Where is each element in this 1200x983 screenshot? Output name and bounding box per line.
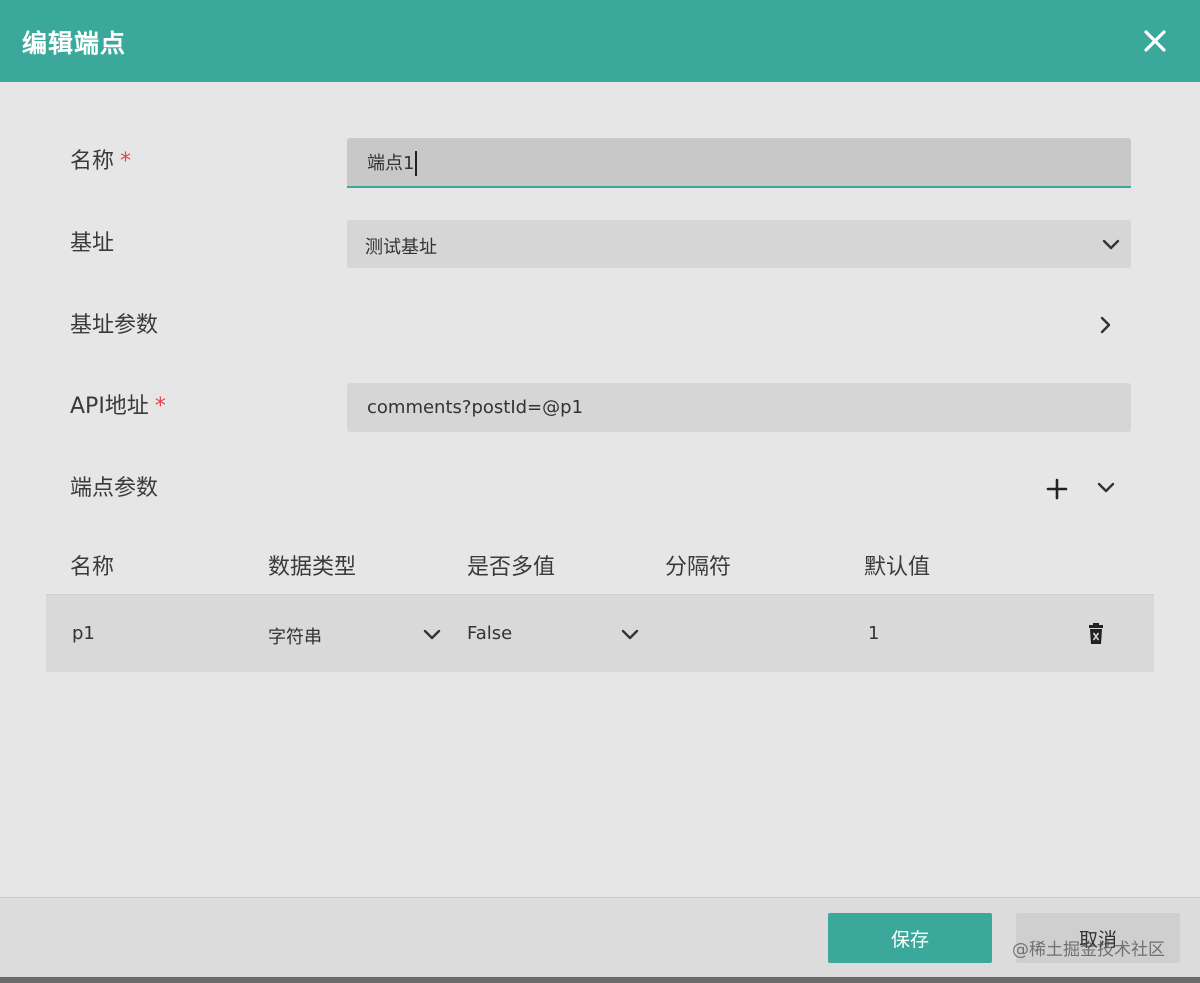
chevron-right-icon[interactable] bbox=[1097, 314, 1115, 336]
base-params-label: 基址参数 bbox=[70, 313, 159, 338]
collapse-chevron-icon[interactable] bbox=[1096, 481, 1116, 495]
name-input[interactable] bbox=[347, 138, 1131, 188]
required-mark: * bbox=[120, 149, 132, 174]
close-icon[interactable] bbox=[1136, 22, 1174, 60]
param-multi-select[interactable]: False bbox=[467, 623, 512, 644]
table-row: p1 字符串 False 1 bbox=[46, 594, 1154, 672]
column-header-name: 名称 bbox=[70, 555, 115, 580]
chevron-down-icon bbox=[1102, 239, 1120, 250]
param-name-cell[interactable]: p1 bbox=[72, 623, 95, 644]
chevron-down-icon[interactable] bbox=[422, 628, 442, 642]
param-default-cell[interactable]: 1 bbox=[868, 623, 879, 644]
base-label: 基址 bbox=[70, 231, 115, 256]
name-label: 名称 * bbox=[70, 149, 132, 174]
save-button[interactable]: 保存 bbox=[828, 913, 992, 963]
text-caret bbox=[415, 151, 417, 176]
column-header-type: 数据类型 bbox=[268, 555, 357, 580]
base-select[interactable]: 测试基址 bbox=[347, 220, 1131, 268]
api-address-input[interactable] bbox=[347, 383, 1131, 432]
plus-icon[interactable] bbox=[1045, 477, 1069, 501]
dialog-header: 编辑端点 bbox=[0, 0, 1200, 82]
trash-icon[interactable] bbox=[1087, 623, 1105, 645]
required-mark: * bbox=[154, 394, 166, 419]
endpoint-params-label: 端点参数 bbox=[70, 476, 159, 501]
column-header-multi: 是否多值 bbox=[467, 555, 556, 580]
base-select-value: 测试基址 bbox=[365, 237, 437, 258]
api-label: API地址 * bbox=[70, 394, 166, 419]
cancel-button[interactable]: 取消 bbox=[1016, 913, 1180, 963]
footer-edge bbox=[0, 977, 1200, 983]
param-type-select[interactable]: 字符串 bbox=[268, 623, 322, 649]
param-separator-cell[interactable] bbox=[665, 623, 835, 647]
chevron-down-icon[interactable] bbox=[620, 628, 640, 642]
column-header-default: 默认值 bbox=[864, 555, 931, 580]
column-header-separator: 分隔符 bbox=[665, 555, 732, 580]
dialog-title: 编辑端点 bbox=[22, 29, 127, 58]
